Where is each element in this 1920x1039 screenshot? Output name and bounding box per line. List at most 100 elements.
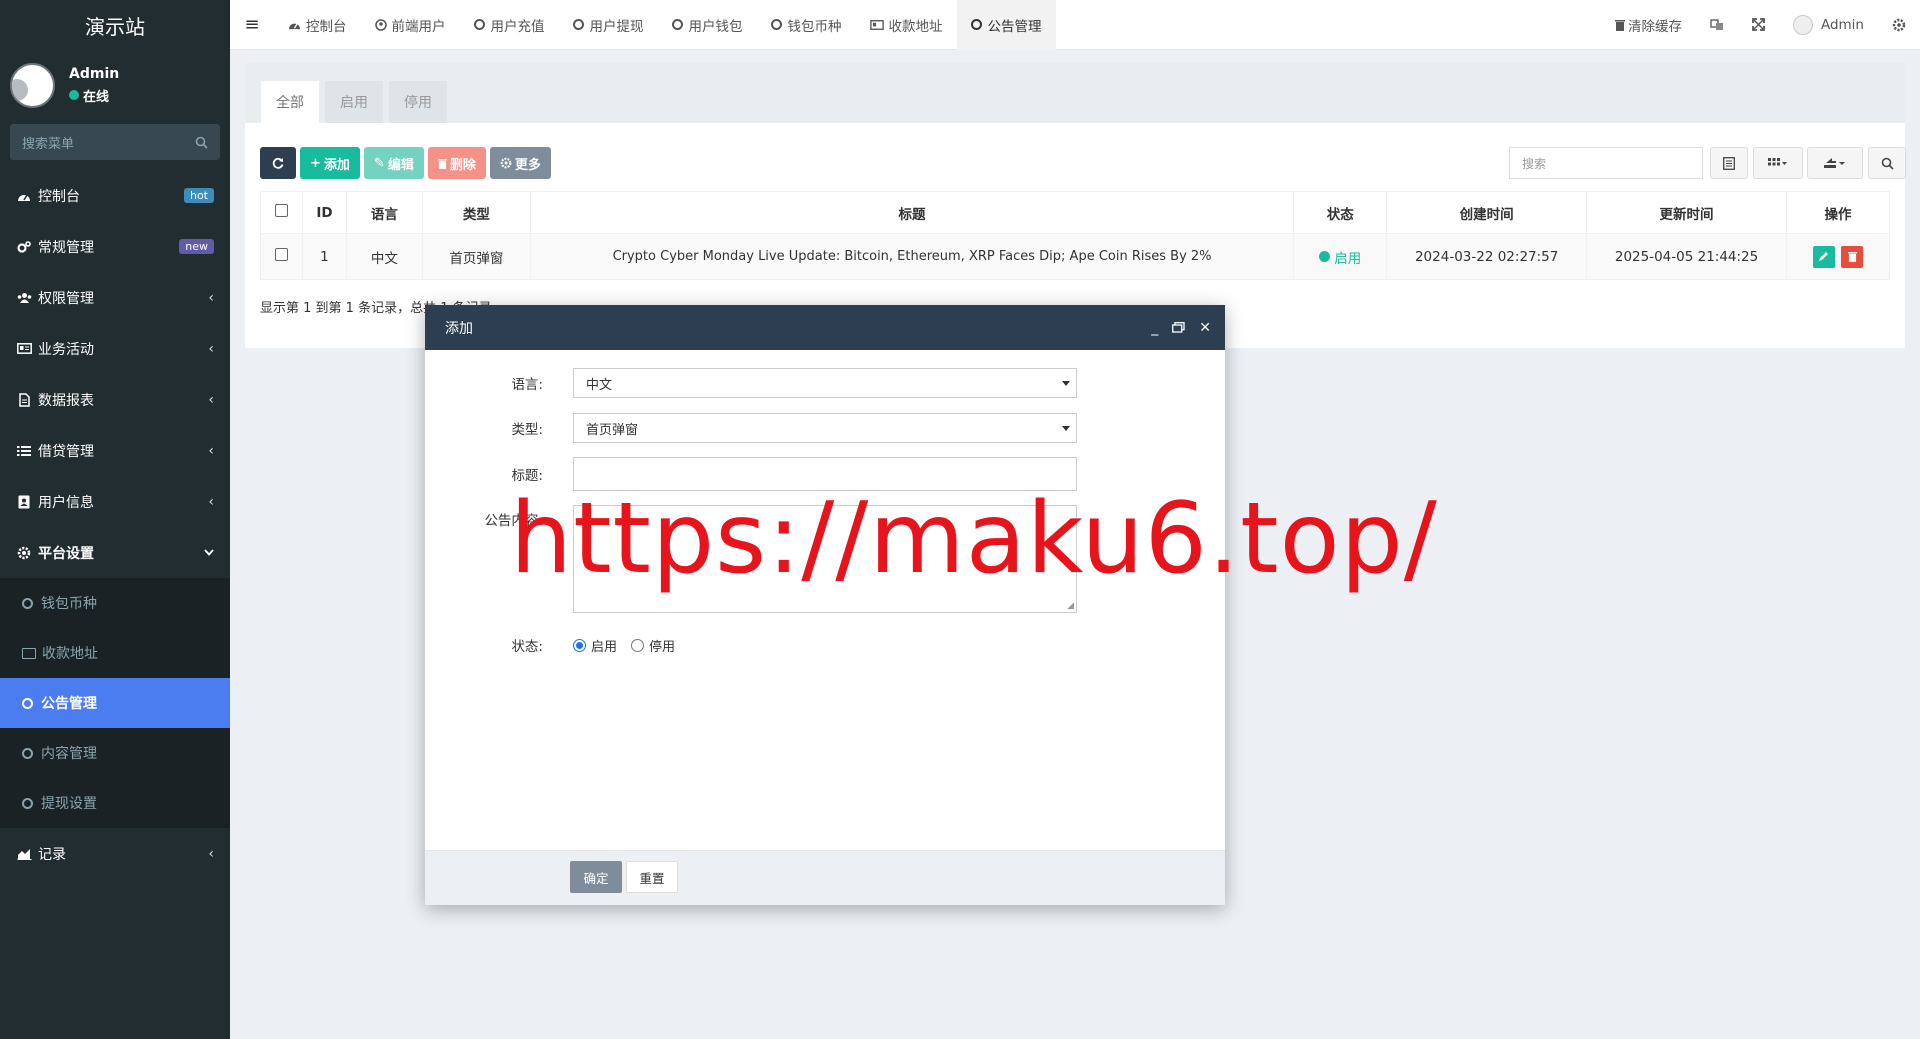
tab-label: 用户充值 <box>490 18 545 35</box>
tab-user-recharge[interactable]: 用户充值 <box>460 0 559 50</box>
edit-button[interactable]: ✎ 编辑 <box>363 147 424 179</box>
status-on-radio[interactable]: 启用 <box>573 636 617 655</box>
menu-toggle-icon[interactable]: ≡ <box>230 14 274 35</box>
tab-wallet-currency[interactable]: 钱包币种 <box>757 0 856 50</box>
plus-icon: + <box>310 155 321 171</box>
row-delete-button[interactable] <box>1841 245 1864 268</box>
tab-user-wallet[interactable]: 用户钱包 <box>658 0 757 50</box>
sidebar-item-loans[interactable]: 借贷管理 ‹ <box>0 425 230 476</box>
column-header[interactable]: 类型 <box>421 191 531 234</box>
user-status: 在线 <box>83 89 110 105</box>
maximize-icon[interactable] <box>1172 322 1185 333</box>
sidebar-item-label: 平台设置 <box>38 545 94 562</box>
menu-search-input[interactable]: 搜索菜单 <box>10 124 220 160</box>
tab-frontend-users[interactable]: 前端用户 <box>361 0 460 50</box>
language-icon[interactable] <box>1696 18 1738 32</box>
status-row: 状态: 启用 停用 <box>425 635 1225 655</box>
menu-search-placeholder: 搜索菜单 <box>22 136 75 152</box>
column-header[interactable]: ID <box>301 191 347 234</box>
dialog-header[interactable]: 添加 _ ✕ <box>425 305 1225 350</box>
brand-logo[interactable]: 演示站 <box>0 0 230 50</box>
sidebar-item-announcements[interactable]: 公告管理 <box>0 678 230 728</box>
clear-cache-label: 清除缓存 <box>1627 18 1682 35</box>
refresh-button[interactable] <box>260 147 296 179</box>
table-search-input[interactable]: 搜索 <box>1509 147 1703 179</box>
minimize-icon[interactable]: _ <box>1151 320 1158 336</box>
tab-announcements[interactable]: 公告管理 <box>956 0 1056 50</box>
sidebar-item-label: 钱包币种 <box>41 596 97 612</box>
sidebar-item-records[interactable]: 记录 ‹ <box>0 828 230 879</box>
columns-dropdown[interactable] <box>1753 147 1803 179</box>
settings-gear-icon[interactable] <box>1878 18 1920 32</box>
column-header[interactable]: 创建时间 <box>1386 191 1588 234</box>
select-all-checkbox[interactable] <box>274 204 288 217</box>
sidebar-item-withdraw-settings[interactable]: 提现设置 <box>0 778 230 828</box>
export-dropdown[interactable] <box>1807 147 1863 179</box>
fullscreen-icon[interactable] <box>1738 18 1779 31</box>
sidebar-item-payment-address[interactable]: 收款地址 <box>0 628 230 678</box>
status-on-label: 启用 <box>591 639 618 655</box>
sidebar-item-general[interactable]: 常规管理 new <box>0 221 230 272</box>
new-badge: new <box>179 239 214 254</box>
chevron-left-icon: ‹ <box>208 493 214 510</box>
list-icon <box>16 443 32 459</box>
column-header[interactable]: 标题 <box>529 191 1295 234</box>
lang-label: 语言: <box>511 377 543 393</box>
pencil-icon <box>1819 252 1829 261</box>
type-select[interactable]: 首页弹窗 <box>573 413 1077 443</box>
status-off-radio[interactable]: 停用 <box>631 636 675 655</box>
sidebar: 演示站 Admin 在线 搜索菜单 控制台 hot 常规管理 new 权限管理 … <box>0 0 230 1039</box>
search-toggle-button[interactable] <box>1868 147 1906 179</box>
status-dot-icon <box>1319 251 1331 262</box>
cell-created: 2024-03-22 02:27:57 <box>1386 233 1588 280</box>
sidebar-item-user-info[interactable]: 用户信息 ‹ <box>0 476 230 527</box>
delete-button[interactable]: 删除 <box>427 147 486 179</box>
sidebar-item-platform-settings[interactable]: 平台设置 <box>0 527 230 578</box>
gear-icon <box>500 157 512 169</box>
clear-cache-button[interactable]: 清除缓存 <box>1601 15 1696 35</box>
type-value: 首页弹窗 <box>586 422 639 438</box>
circle-icon <box>770 19 782 30</box>
column-header[interactable]: 语言 <box>345 191 423 234</box>
cell-title: Crypto Cyber Monday Live Update: Bitcoin… <box>529 233 1295 280</box>
resize-handle-icon[interactable]: ◢ <box>1067 601 1074 611</box>
confirm-button[interactable]: 确定 <box>570 861 622 893</box>
toggle-view-button[interactable] <box>1710 147 1748 179</box>
area-chart-icon <box>16 846 32 862</box>
sidebar-item-dashboard[interactable]: 控制台 hot <box>0 170 230 221</box>
close-icon[interactable]: ✕ <box>1199 320 1211 336</box>
reset-button[interactable]: 重置 <box>626 861 678 893</box>
type-label: 类型: <box>511 422 543 438</box>
tab-enabled[interactable]: 启用 <box>325 81 383 123</box>
sidebar-item-content[interactable]: 内容管理 <box>0 728 230 778</box>
lang-select[interactable]: 中文 <box>573 368 1077 398</box>
tab-disabled[interactable]: 停用 <box>389 81 447 123</box>
sidebar-item-wallet-currency[interactable]: 钱包币种 <box>0 578 230 628</box>
title-input[interactable] <box>573 457 1077 491</box>
cell-actions <box>1786 233 1890 280</box>
row-edit-button[interactable] <box>1812 245 1835 268</box>
sidebar-item-label: 收款地址 <box>42 646 98 662</box>
tab-user-withdraw[interactable]: 用户提现 <box>559 0 658 50</box>
sidebar-item-business[interactable]: 业务活动 ‹ <box>0 323 230 374</box>
tab-payment-address[interactable]: 收款地址 <box>856 0 957 50</box>
add-button[interactable]: + 添加 <box>300 147 360 179</box>
column-header[interactable]: 状态 <box>1293 191 1388 234</box>
sidebar-item-label: 借贷管理 <box>38 443 94 460</box>
more-button[interactable]: 更多 <box>489 147 551 179</box>
content-textarea[interactable]: ◢ <box>573 505 1077 613</box>
user-circle-icon <box>374 18 387 31</box>
sidebar-item-permissions[interactable]: 权限管理 ‹ <box>0 272 230 323</box>
tab-all[interactable]: 全部 <box>261 81 319 123</box>
column-header[interactable]: 更新时间 <box>1586 191 1787 234</box>
user-menu[interactable]: Admin <box>1779 14 1878 35</box>
tab-dashboard[interactable]: 控制台 <box>274 0 361 50</box>
sidebar-item-reports[interactable]: 数据报表 ‹ <box>0 374 230 425</box>
chevron-left-icon: ‹ <box>208 391 214 408</box>
dashboard-icon <box>16 188 32 204</box>
table-row[interactable]: 1 中文 首页弹窗 Crypto Cyber Monday Live Updat… <box>260 233 1890 280</box>
cell-id: 1 <box>301 233 347 280</box>
row-checkbox[interactable] <box>274 248 288 261</box>
cell-status[interactable]: 启用 <box>1293 233 1388 280</box>
trash-icon <box>1847 252 1857 262</box>
